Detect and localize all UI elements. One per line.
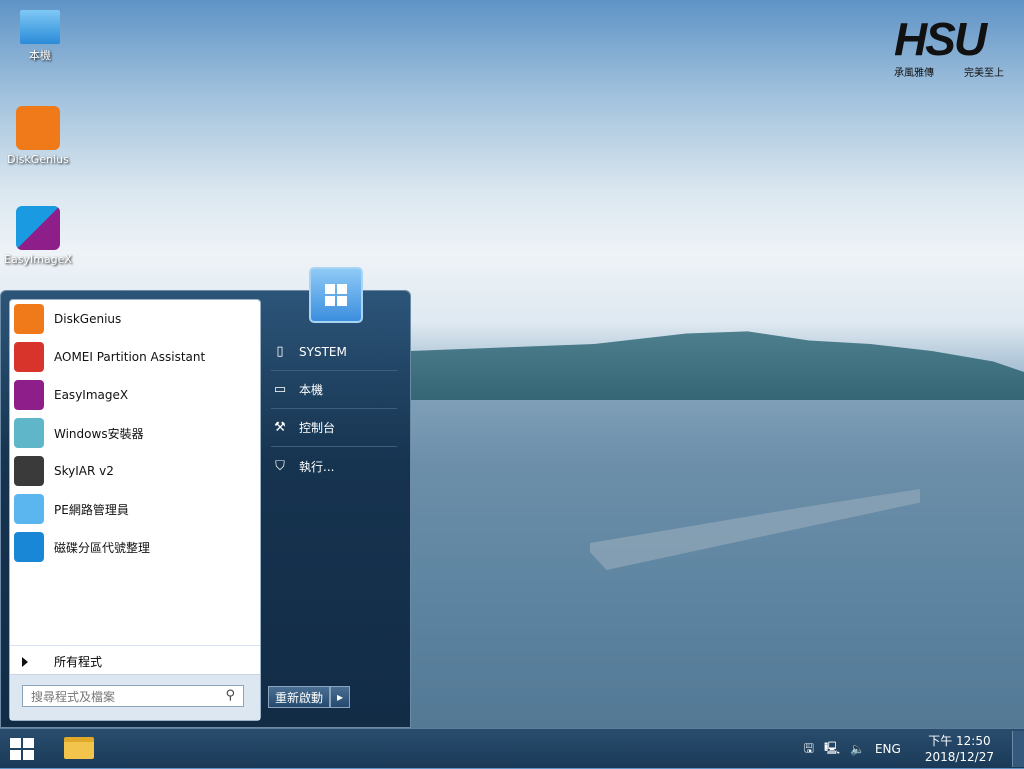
clock[interactable]: 下午 12:50 2018/12/27 [925, 733, 994, 765]
program-icon [14, 418, 44, 448]
program-item[interactable]: PE網路管理員 [10, 490, 260, 528]
desktop-icon-label: 本機 [29, 49, 51, 62]
program-list: DiskGenius AOMEI Partition Assistant EasyI… [10, 300, 260, 566]
right-item-label: 執行... [299, 459, 335, 474]
program-item[interactable]: EasyImageX [10, 376, 260, 414]
network-icon[interactable]: 🖳 [824, 739, 840, 760]
program-label: EasyImageX [54, 388, 129, 402]
all-programs-label: 所有程式 [54, 655, 103, 669]
triangle-right-icon [22, 656, 28, 667]
program-icon [14, 304, 44, 334]
program-icon [14, 494, 44, 524]
program-item[interactable]: Windows安裝器 [10, 414, 260, 452]
desktop-icon-label: EasyImageX [4, 253, 72, 266]
all-programs-button[interactable]: 所有程式 [10, 645, 260, 677]
file-explorer-icon[interactable] [64, 737, 94, 759]
restart-options-arrow-icon[interactable]: ▸ [330, 686, 350, 708]
right-item-label: 控制台 [299, 421, 336, 435]
desktop-icon-label: DiskGenius [7, 153, 69, 166]
program-label: AOMEI Partition Assistant [54, 350, 206, 364]
program-icon [14, 456, 44, 486]
program-icon [14, 380, 44, 410]
start-button[interactable] [10, 738, 34, 760]
laptop-icon: ▭ [273, 382, 287, 397]
taskbar: 🖫 🖳 🔈 ENG 下午 12:50 2018/12/27 [0, 728, 1024, 768]
program-item[interactable]: DiskGenius [10, 300, 260, 338]
restart-group: 重新啟動 ▸ [268, 686, 350, 708]
program-item[interactable]: AOMEI Partition Assistant [10, 338, 260, 376]
diskgenius-icon [16, 106, 60, 150]
right-item-label: 本機 [299, 383, 324, 397]
wrench-icon: ⚒ [274, 420, 286, 435]
program-label: PE網路管理員 [54, 502, 129, 517]
logo-motto-right: 完美至上 [964, 68, 1004, 79]
mountains [410, 331, 1024, 400]
program-label: DiskGenius [54, 312, 122, 326]
desktop-icon-easyimagex[interactable]: EasyImageX [2, 206, 74, 266]
search-area: 搜尋程式及檔案 ⚲ [10, 674, 260, 720]
program-label: Windows安裝器 [54, 426, 144, 441]
pier [590, 489, 920, 570]
computer-icon [20, 10, 60, 44]
desktop-icon-this-pc[interactable]: 本機 [4, 10, 76, 63]
program-item[interactable]: SkyIAR v2 [10, 452, 260, 490]
logo-text: HSU [894, 13, 987, 65]
start-orb-icon [309, 267, 363, 323]
clock-time: 下午 12:50 [928, 734, 991, 748]
right-item-run[interactable]: ⛉ 執行... [271, 447, 397, 485]
show-desktop-button[interactable] [1012, 731, 1024, 767]
program-item[interactable]: 磁碟分區代號整理 [10, 528, 260, 566]
program-icon [14, 342, 44, 372]
right-item-this-pc[interactable]: ▭ 本機 [271, 371, 397, 409]
user-folder-icon: ▯ [276, 344, 284, 359]
desktop-icon-diskgenius[interactable]: DiskGenius [2, 106, 74, 166]
programs-pane: DiskGenius AOMEI Partition Assistant EasyI… [9, 299, 261, 721]
windows-logo-icon [10, 738, 34, 760]
program-icon [14, 532, 44, 562]
hsu-logo: HSU 承風雅傳 完美至上 [894, 14, 1004, 84]
program-label: 磁碟分區代號整理 [54, 540, 151, 555]
search-icon[interactable]: ⚲ [225, 688, 235, 703]
volume-icon[interactable]: 🔈 [850, 742, 865, 756]
program-label: SkyIAR v2 [54, 464, 114, 478]
start-menu: DiskGenius AOMEI Partition Assistant EasyI… [0, 267, 411, 728]
system-tray: 🖫 🖳 🔈 ENG 下午 12:50 2018/12/27 [804, 729, 994, 769]
run-icon: ⛉ [275, 458, 285, 474]
search-input[interactable]: 搜尋程式及檔案 ⚲ [22, 685, 244, 707]
easyimagex-icon [16, 206, 60, 250]
clock-date: 2018/12/27 [924, 750, 994, 764]
restart-button[interactable]: 重新啟動 [268, 686, 330, 708]
right-item-label: SYSTEM [299, 344, 347, 359]
usb-icon[interactable]: 🖫 [804, 739, 814, 760]
logo-motto-left: 承風雅傳 [894, 68, 934, 79]
language-indicator[interactable]: ENG [875, 742, 901, 756]
right-item-control-panel[interactable]: ⚒ 控制台 [271, 409, 397, 447]
right-item-system[interactable]: ▯ SYSTEM [271, 333, 397, 371]
search-placeholder: 搜尋程式及檔案 [31, 689, 116, 704]
